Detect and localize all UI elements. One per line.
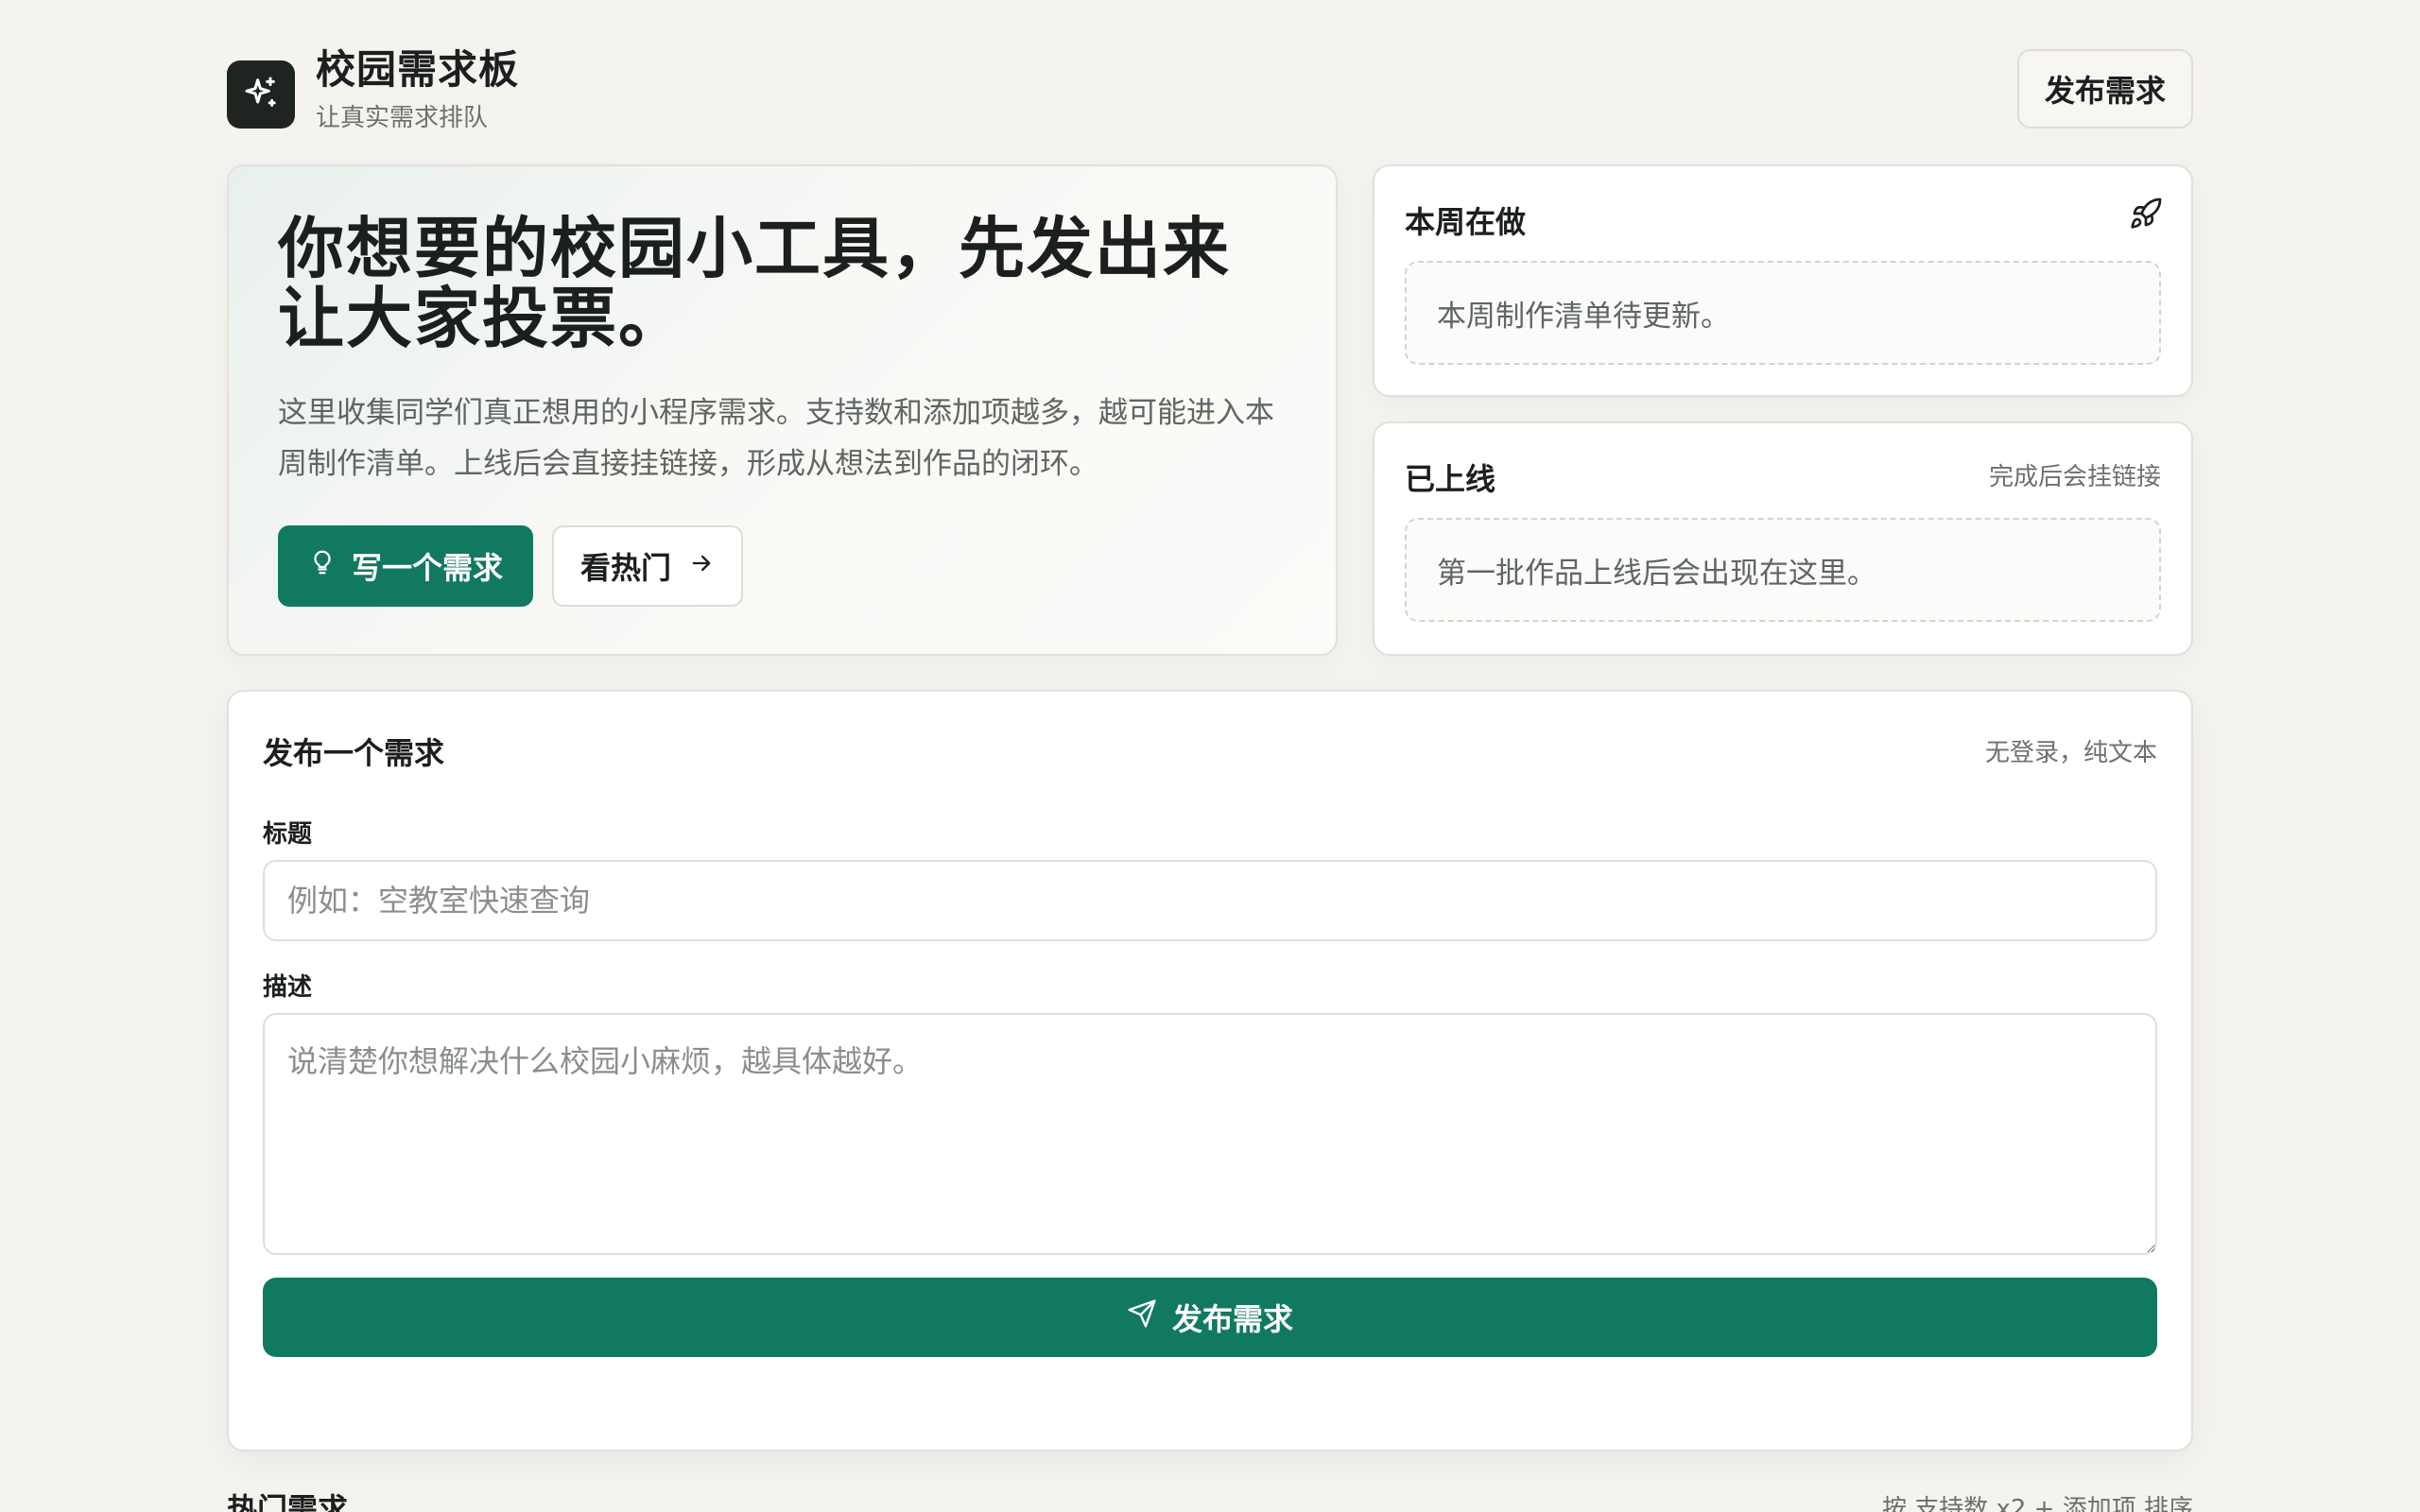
hot-requests-title: 热门需求 — [227, 1491, 349, 1512]
send-icon — [1127, 1298, 1157, 1336]
form-hint: 无登录，纯文本 — [1984, 739, 2157, 767]
brand-title: 校园需求板 — [316, 46, 520, 93]
brand-logo — [227, 60, 295, 129]
description-label: 描述 — [263, 973, 313, 1002]
brand: 校园需求板 让真实需求排队 — [227, 45, 519, 133]
hot-sort-hint: 按 支持数 x2 + 添加项 排序 — [1881, 1495, 2193, 1512]
write-request-button[interactable]: 写一个需求 — [278, 525, 534, 607]
this-week-title: 本周在做 — [1405, 204, 1527, 240]
hero-headline: 你想要的校园小工具，先发出来让大家投票。 — [278, 210, 1231, 357]
hero-description: 这里收集同学们真正想用的小程序需求。支持数和添加项越多，越可能进入本周制作清单。… — [278, 396, 1274, 481]
view-hot-button[interactable]: 看热门 — [552, 525, 744, 607]
view-hot-label: 看热门 — [580, 550, 672, 586]
write-request-label: 写一个需求 — [352, 550, 504, 586]
form-title: 发布一个需求 — [263, 735, 445, 771]
launched-card: 已上线 完成后会挂链接 第一批作品上线后会出现在这里。 — [1373, 421, 2193, 656]
page: 校园需求板 让真实需求排队 发布需求 你想要的校园小工具，先发出来让大家投票。 … — [0, 0, 2420, 1512]
launched-title: 已上线 — [1405, 461, 1496, 497]
lightbulb-icon — [308, 548, 337, 584]
submit-label: 发布需求 — [1171, 1301, 1293, 1337]
this-week-empty-state: 本周制作清单待更新。 — [1405, 261, 2161, 365]
top-bar: 校园需求板 让真实需求排队 发布需求 — [227, 45, 2193, 133]
brand-subtitle: 让真实需求排队 — [316, 104, 489, 132]
arrow-right-icon — [688, 548, 715, 584]
sparkles-icon — [242, 74, 280, 115]
rocket-icon — [2129, 197, 2163, 234]
publish-form-card: 发布一个需求 无登录，纯文本 标题 描述 发布需求 — [227, 690, 2193, 1452]
launched-hint: 完成后会挂链接 — [1988, 463, 2161, 491]
publish-request-button[interactable]: 发布需求 — [2017, 49, 2193, 129]
launched-empty-state: 第一批作品上线后会出现在这里。 — [1405, 518, 2161, 622]
submit-request-button[interactable]: 发布需求 — [263, 1278, 2157, 1357]
title-input[interactable] — [263, 860, 2157, 941]
title-label: 标题 — [263, 820, 313, 849]
hero-actions: 写一个需求 看热门 — [278, 525, 744, 607]
this-week-card: 本周在做 本周制作清单待更新。 — [1373, 164, 2193, 397]
hero-card: 你想要的校园小工具，先发出来让大家投票。 这里收集同学们真正想用的小程序需求。支… — [227, 164, 1338, 656]
description-textarea[interactable] — [263, 1013, 2157, 1255]
